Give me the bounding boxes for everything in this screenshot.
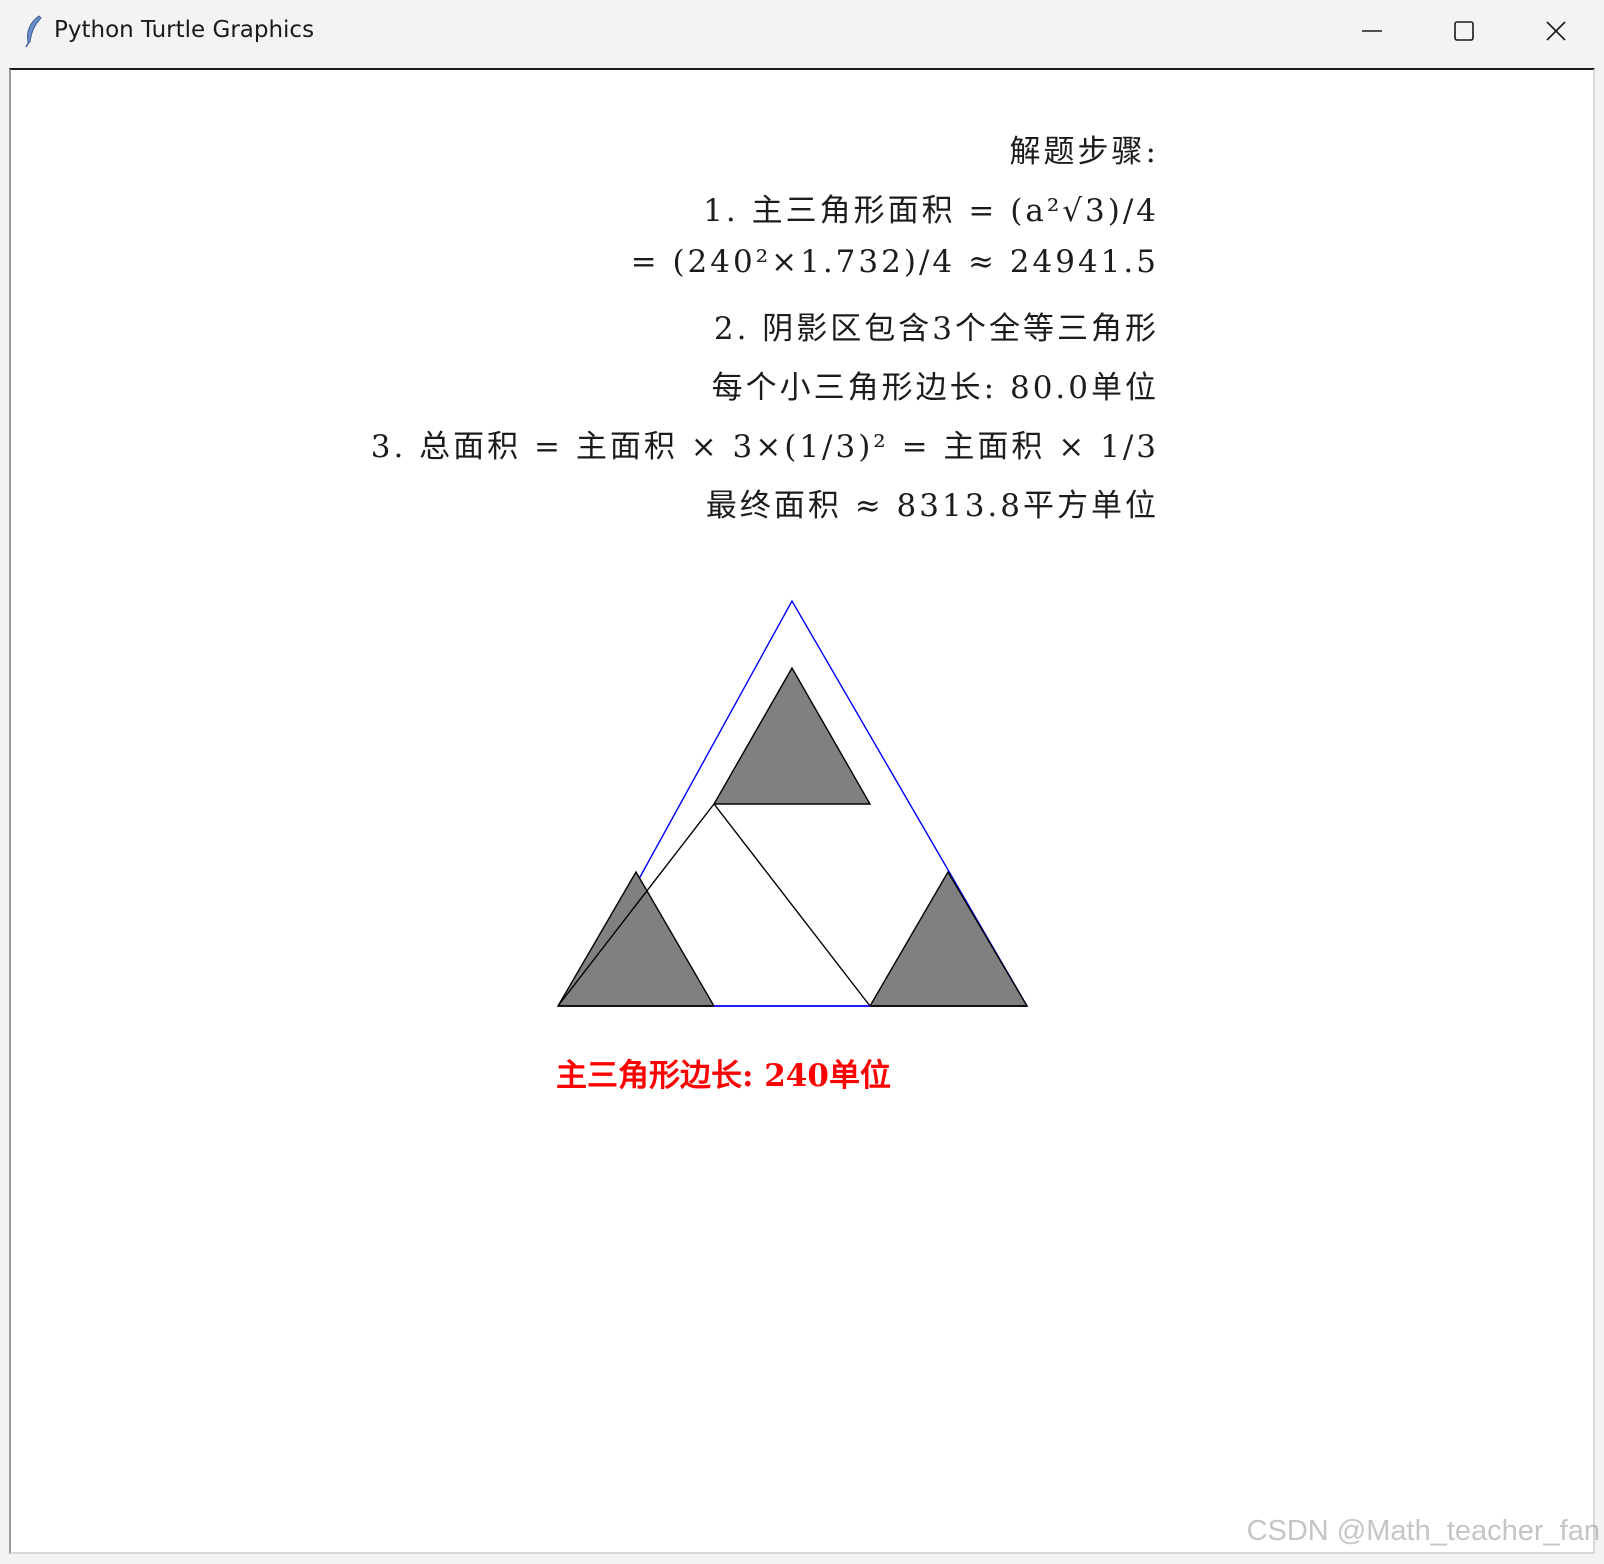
- shaded-triangle-top: [712, 666, 872, 805]
- title-bar[interactable]: Python Turtle Graphics: [0, 0, 1604, 66]
- minimize-button[interactable]: [1326, 0, 1418, 62]
- feather-icon: [25, 15, 42, 48]
- side-length-label: 主三角形边长: 240单位: [556, 1058, 891, 1094]
- triangle-drawing: [556, 599, 1029, 1007]
- close-button[interactable]: [1510, 0, 1602, 62]
- watermark: CSDN @Math_teacher_fan: [1246, 1515, 1600, 1547]
- minimize-icon: [1362, 30, 1382, 32]
- window-title: Python Turtle Graphics: [54, 17, 315, 43]
- maximize-button[interactable]: [1418, 0, 1510, 62]
- turtle-window: Python Turtle Graphics 解题步骤: 1. 主三角形面积 =…: [0, 0, 1604, 1564]
- maximize-icon: [1454, 21, 1474, 41]
- turtle-canvas: 解题步骤: 1. 主三角形面积 = (a²√3)/4 = (240²×1.732…: [9, 68, 1595, 1554]
- shaded-triangle-left: [556, 870, 716, 1007]
- shaded-triangle-right: [868, 870, 1029, 1007]
- close-icon: [1546, 21, 1566, 41]
